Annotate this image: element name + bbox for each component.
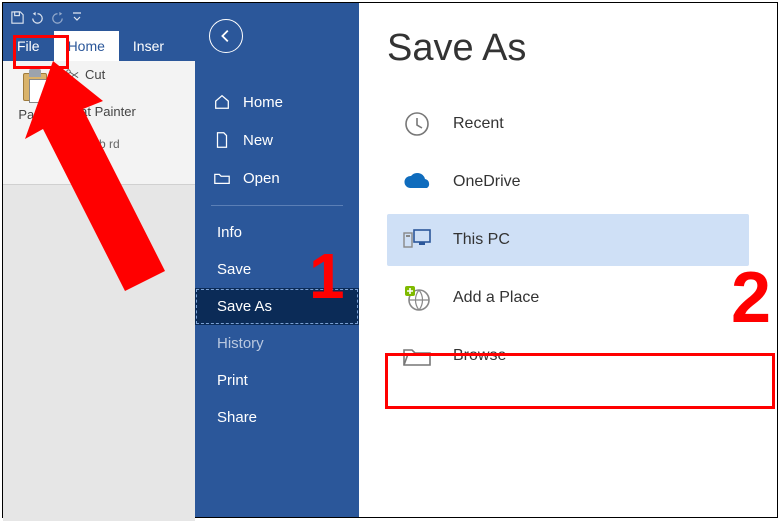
document-area: [3, 185, 195, 521]
location-recent-label: Recent: [453, 115, 504, 133]
ribbon-group-label: Clipb rd: [11, 137, 187, 151]
cut-button[interactable]: Cut: [65, 67, 136, 82]
nav-share[interactable]: Share: [195, 399, 359, 436]
tab-insert[interactable]: Inser: [119, 31, 178, 61]
location-this-pc-label: This PC: [453, 231, 510, 249]
nav-history-label: History: [217, 335, 264, 352]
save-icon[interactable]: [7, 7, 27, 27]
ribbon: Paste Cut rmat Painter Clipb rd: [3, 61, 195, 185]
nav-save-label: Save: [217, 261, 251, 278]
tab-file[interactable]: File: [3, 31, 54, 61]
nav-open-label: Open: [243, 170, 280, 187]
nav-open[interactable]: Open: [195, 159, 359, 197]
nav-save-as[interactable]: Save As: [195, 288, 359, 325]
location-onedrive-label: OneDrive: [453, 173, 521, 191]
back-button[interactable]: [209, 19, 243, 53]
backstage-content: Save As Recent OneDrive: [359, 3, 777, 517]
nav-save-as-label: Save As: [217, 298, 272, 315]
backstage: Home New Open Info Save Save: [195, 3, 777, 517]
nav-home[interactable]: Home: [195, 83, 359, 121]
location-onedrive[interactable]: OneDrive: [387, 156, 749, 208]
location-recent[interactable]: Recent: [387, 98, 749, 150]
qat-dropdown-icon[interactable]: [67, 7, 87, 27]
folder-open-icon: [213, 169, 231, 187]
add-place-icon: [401, 282, 433, 314]
clock-icon: [401, 108, 433, 140]
location-add-place-label: Add a Place: [453, 289, 539, 307]
page-title: Save As: [387, 27, 749, 70]
document-icon: [213, 131, 231, 149]
nav-home-label: Home: [243, 94, 283, 111]
format-painter-button[interactable]: rmat Painter: [65, 104, 136, 119]
nav-save[interactable]: Save: [195, 251, 359, 288]
this-pc-icon: [401, 224, 433, 256]
location-add-place[interactable]: Add a Place: [387, 272, 749, 324]
location-browse[interactable]: Browse: [387, 330, 749, 382]
nav-new-label: New: [243, 132, 273, 149]
nav-history[interactable]: History: [195, 325, 359, 362]
redo-icon[interactable]: [47, 7, 67, 27]
paste-button[interactable]: Paste: [11, 67, 59, 127]
home-icon: [213, 93, 231, 111]
folder-icon: [401, 340, 433, 372]
undo-icon[interactable]: [27, 7, 47, 27]
tab-home[interactable]: Home: [54, 31, 119, 61]
backstage-nav: Home New Open Info Save Save: [195, 3, 359, 517]
location-browse-label: Browse: [453, 347, 506, 365]
paste-label: Paste: [18, 107, 51, 122]
cloud-icon: [401, 166, 433, 198]
clipboard-icon: [19, 67, 51, 103]
nav-print[interactable]: Print: [195, 362, 359, 399]
location-this-pc[interactable]: This PC: [387, 214, 749, 266]
nav-share-label: Share: [217, 409, 257, 426]
nav-new[interactable]: New: [195, 121, 359, 159]
nav-info-label: Info: [217, 224, 242, 241]
scissors-icon: [65, 68, 79, 82]
save-locations: Recent OneDrive This PC: [387, 98, 749, 382]
chevron-down-icon: [31, 122, 39, 127]
nav-print-label: Print: [217, 372, 248, 389]
nav-info[interactable]: Info: [195, 214, 359, 251]
cut-label: Cut: [85, 67, 105, 82]
format-painter-label: rmat Painter: [65, 104, 136, 119]
